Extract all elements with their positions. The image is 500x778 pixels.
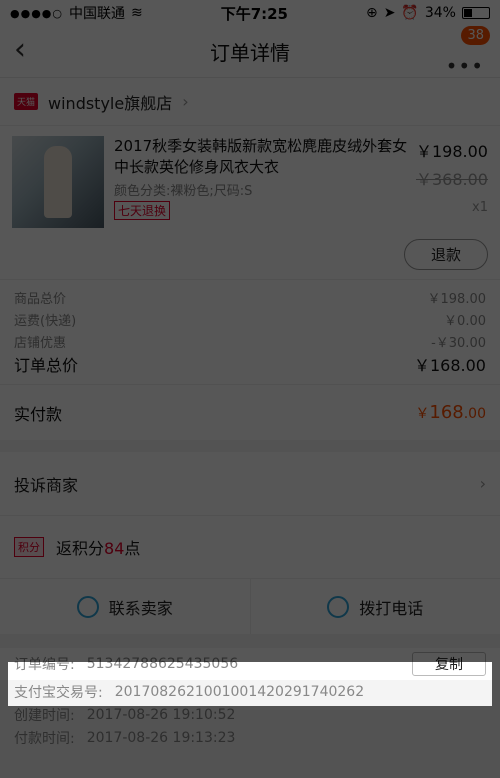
overlay-dim	[492, 662, 500, 706]
paid-time-value: 2017-08-26 19:13:23	[86, 729, 236, 746]
order-info: 订单编号: 51342788625435056 复制 支付宝交易号: 20170…	[0, 642, 500, 749]
copy-button[interactable]: 复制	[412, 652, 486, 676]
contact-bar: 联系卖家 拨打电话	[0, 578, 500, 634]
order-detail-screen: ●●●●○ 中国联通 ≋ 下午7:25 ⊕ ➤ ⏰ 34% ‹ 订单详情 •••…	[0, 0, 500, 778]
product-price: ￥198.00	[416, 142, 488, 161]
call-phone-button[interactable]: 拨打电话	[249, 579, 500, 634]
points-suffix: 点	[124, 539, 141, 558]
chevron-right-icon: ›	[479, 474, 486, 493]
alarm-icon: ⏰	[401, 5, 419, 21]
product-title: 2017秋季女装韩版新款宽松麂鹿皮绒外套女中长款英伦修身风衣大衣	[114, 137, 408, 176]
points-prefix: 返积分	[56, 539, 105, 558]
paid-time-label: 付款时间:	[14, 730, 75, 747]
points-badge: 积分	[14, 537, 44, 557]
paid-decimal: .00	[463, 406, 486, 422]
summary-value: ￥198.00	[427, 291, 487, 307]
return-policy-badge: 七天退换	[114, 201, 171, 220]
paid-currency: ￥	[415, 406, 430, 422]
order-number-label: 订单编号:	[14, 657, 75, 673]
wifi-icon: ≋	[131, 5, 143, 21]
summary-label: 商品总价	[14, 291, 67, 307]
paid-amount: ￥168.00	[415, 402, 486, 423]
order-number-value: 51342788625435056	[86, 656, 239, 672]
order-total-label: 订单总价	[14, 356, 79, 375]
order-total-row: 订单总价 ￥168.00	[14, 352, 486, 376]
complain-seller-row[interactable]: 投诉商家 ›	[0, 452, 500, 516]
points-value: 84	[104, 539, 125, 558]
rotation-lock-icon: ⊕	[365, 5, 378, 21]
more-menu-icon[interactable]: •••	[446, 54, 484, 78]
order-number-row: 订单编号: 51342788625435056 复制	[0, 648, 500, 680]
order-total-value: ￥168.00	[414, 356, 486, 375]
complain-label: 投诉商家	[14, 475, 79, 495]
phone-icon	[327, 595, 350, 618]
product-quantity: x1	[472, 200, 488, 215]
alipay-value: 2017082621001001420291740262	[114, 683, 365, 700]
points-row: 积分 返积分84点	[0, 516, 500, 578]
created-time-row: 创建时间: 2017-08-26 19:10:52	[0, 703, 500, 726]
contact-seller-label: 联系卖家	[108, 598, 173, 618]
summary-row: 商品总价 ￥198.00	[14, 286, 486, 308]
tmall-badge: 天猫	[14, 93, 39, 110]
call-phone-label: 拨打电话	[359, 598, 424, 618]
product-original-price: ￥368.00	[416, 170, 488, 189]
created-time-value: 2017-08-26 19:10:52	[86, 706, 236, 723]
nav-bar: ‹ 订单详情 ••• 38	[0, 26, 500, 78]
battery-icon	[461, 7, 490, 19]
created-time-label: 创建时间:	[14, 707, 75, 724]
summary-label: 运费(快递)	[14, 313, 77, 329]
summary-value: ￥0.00	[444, 313, 486, 329]
points-text: 返积分84点	[56, 535, 140, 559]
status-bar: ●●●●○ 中国联通 ≋ 下午7:25 ⊕ ➤ ⏰ 34%	[0, 0, 500, 26]
summary-label: 店铺优惠	[14, 335, 67, 351]
alipay-row: 支付宝交易号: 2017082621001001420291740262	[0, 680, 500, 703]
order-card: 天猫 windstyle旗舰店 › 2017秋季女装韩版新款宽松麂鹿皮绒外套女中…	[0, 78, 500, 440]
back-button[interactable]: ‹	[14, 35, 26, 65]
signal-icon: ●●●●○	[10, 6, 63, 20]
paid-integer: 168	[429, 402, 464, 423]
contact-seller-button[interactable]: 联系卖家	[0, 579, 250, 634]
summary-row: 店铺优惠 -￥30.00	[14, 330, 486, 352]
paid-row: 实付款 ￥168.00	[0, 384, 500, 440]
chevron-right-icon: ›	[182, 92, 189, 111]
price-summary: 商品总价 ￥198.00 运费(快递) ￥0.00 店铺优惠 -￥30.00 订…	[0, 280, 500, 376]
summary-value: -￥30.00	[431, 335, 486, 351]
alipay-label: 支付宝交易号:	[14, 684, 103, 701]
paid-label: 实付款	[14, 404, 63, 424]
refund-button[interactable]: 退款	[403, 239, 488, 270]
location-icon: ➤	[383, 5, 396, 21]
battery-percent: 34%	[424, 5, 456, 21]
product-thumbnail	[12, 136, 104, 228]
shop-row[interactable]: 天猫 windstyle旗舰店 ›	[0, 78, 500, 126]
overlay-dim	[0, 662, 8, 706]
clock: 下午7:25	[220, 4, 288, 23]
message-badge: 38	[461, 26, 490, 45]
page-title: 订单详情	[210, 41, 290, 65]
shop-name: windstyle旗舰店	[48, 93, 173, 113]
carrier-label: 中国联通	[69, 6, 125, 22]
order-item[interactable]: 2017秋季女装韩版新款宽松麂鹿皮绒外套女中长款英伦修身风衣大衣 颜色分类:裸粉…	[0, 126, 500, 230]
chat-icon	[76, 595, 99, 618]
paid-time-row: 付款时间: 2017-08-26 19:13:23	[0, 726, 500, 749]
summary-row: 运费(快递) ￥0.00	[14, 308, 486, 330]
